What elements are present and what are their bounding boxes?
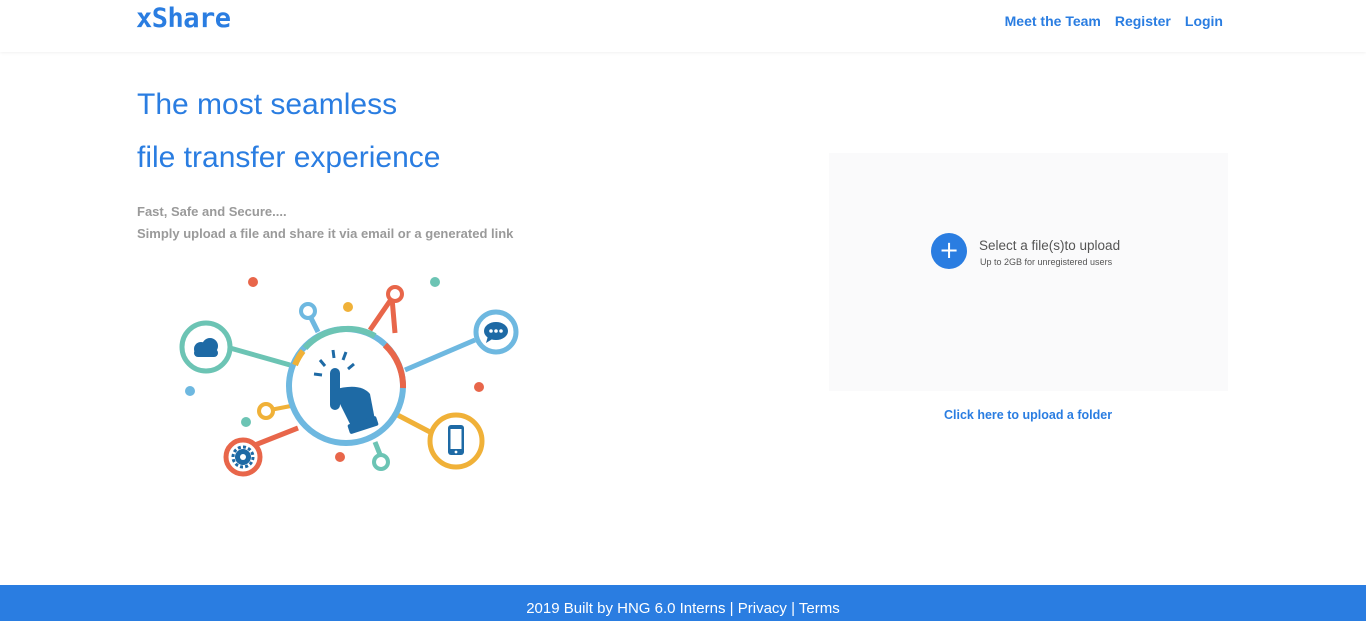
upload-size-limit: Up to 2GB for unregistered users [980,257,1113,267]
decor-dot [343,302,353,312]
gear-icon [231,445,255,469]
connector-line [389,297,398,334]
footer-separator: | [729,600,734,617]
nav-register-link[interactable]: Register [1115,13,1171,29]
connector-line [404,337,476,373]
footer-privacy-link[interactable]: Privacy [738,600,787,617]
add-file-icon[interactable]: + [931,233,967,269]
decor-dot [248,277,258,287]
connector-line [367,296,395,332]
ring-node [386,285,404,303]
connector-line [229,345,291,368]
ring-node [299,302,317,320]
upload-title: Select a file(s)to upload [979,238,1121,253]
phone-icon [448,425,464,455]
footer-terms-link[interactable]: Terms [799,600,840,617]
decor-dot [474,382,484,392]
nav-login-link[interactable]: Login [1185,13,1223,29]
connector-line [254,425,299,448]
hero-title-line2: file transfer experience [137,141,441,174]
nav-meet-team-link[interactable]: Meet the Team [1005,13,1101,29]
hero-subtitle-tagline: Fast, Safe and Secure.... [137,204,287,219]
nav-links: Meet the Team Register Login [1005,13,1223,29]
footer-built-text: 2019 Built by HNG 6.0 Interns [526,600,726,617]
decor-dot [241,417,251,427]
decor-dot [335,452,345,462]
decor-dot [430,277,440,287]
hero-subtitle-description: Simply upload a file and share it via em… [137,226,514,241]
hero-title-line1: The most seamless [137,88,398,121]
footer-separator: | [791,600,796,617]
ring-node [257,402,275,420]
decor-dot [185,386,195,396]
network-illustration [179,277,519,477]
upload-folder-link[interactable]: Click here to upload a folder [944,408,1112,422]
logo[interactable]: xShare [136,3,231,34]
top-navbar: xShare Meet the Team Register Login [0,0,1366,52]
footer: 2019 Built by HNG 6.0 Interns | Privacy … [0,585,1366,621]
file-upload-dropzone[interactable]: + Select a file(s)to upload Up to 2GB fo… [829,153,1228,391]
ring-node [372,453,390,471]
